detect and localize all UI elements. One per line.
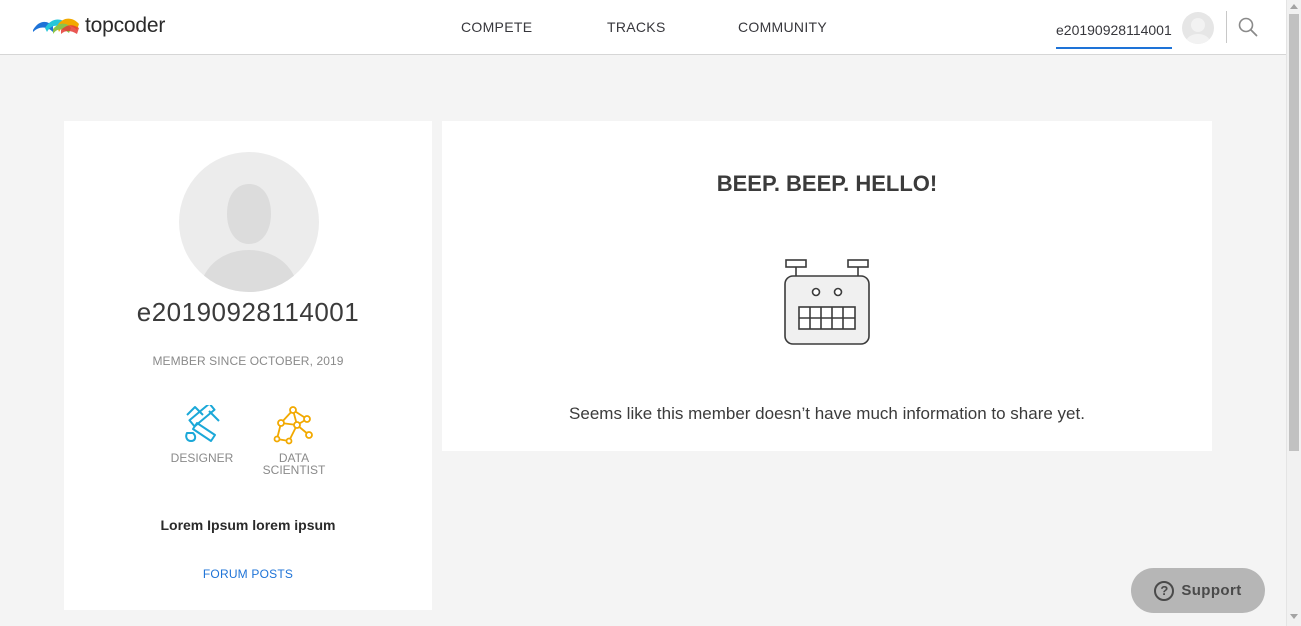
header-avatar[interactable] xyxy=(1182,12,1214,44)
info-title: BEEP. BEEP. HELLO! xyxy=(716,171,938,196)
robot-icon xyxy=(784,259,870,345)
designer-icon xyxy=(185,405,220,442)
track-data-scientist[interactable]: DATA SCIENTIST xyxy=(254,405,334,476)
support-label: Support xyxy=(1181,582,1242,599)
nav-tracks[interactable]: TRACKS xyxy=(607,19,666,35)
user-silhouette-icon xyxy=(199,184,299,292)
header-user-handle[interactable]: e20190928114001 xyxy=(1056,22,1172,49)
track-designer-label: DESIGNER xyxy=(170,451,234,465)
user-silhouette-icon xyxy=(1186,18,1210,44)
question-icon: ? xyxy=(1154,580,1175,601)
nav-compete[interactable]: COMPETE xyxy=(461,19,532,35)
page: topcoder COMPETE TRACKS COMMUNITY e20190… xyxy=(0,0,1301,626)
nav-community[interactable]: COMMUNITY xyxy=(738,19,827,35)
scroll-down-arrow-icon[interactable] xyxy=(1290,614,1298,619)
search-icon[interactable] xyxy=(1238,17,1258,42)
track-designer[interactable]: DESIGNER xyxy=(162,405,242,464)
scroll-up-arrow-icon[interactable] xyxy=(1290,4,1298,9)
logo-text: topcoder xyxy=(85,14,166,37)
topcoder-logo-icon xyxy=(33,18,79,34)
scrollbar-thumb[interactable] xyxy=(1289,14,1299,451)
profile-handle: e20190928114001 xyxy=(136,297,360,327)
track-data-scientist-label-line2: SCIENTIST xyxy=(262,463,326,477)
vertical-scrollbar[interactable] xyxy=(1286,0,1301,626)
profile-description: Lorem Ipsum lorem ipsum xyxy=(160,517,336,533)
info-card: BEEP. BEEP. HELLO! Seems like this membe… xyxy=(442,121,1212,451)
forum-posts-link[interactable]: FORUM POSTS xyxy=(64,567,432,581)
profile-avatar xyxy=(179,152,319,292)
top-header: topcoder COMPETE TRACKS COMMUNITY e20190… xyxy=(0,0,1286,55)
header-divider xyxy=(1226,11,1227,43)
data-scientist-icon xyxy=(273,406,313,445)
profile-card: e20190928114001 MEMBER SINCE OCTOBER, 20… xyxy=(64,121,432,610)
member-since: MEMBER SINCE OCTOBER, 2019 xyxy=(152,354,344,368)
logo[interactable]: topcoder xyxy=(31,14,165,38)
support-button[interactable]: ? Support xyxy=(1131,568,1265,613)
empty-profile-message: Seems like this member doesn’t have much… xyxy=(569,404,1085,423)
